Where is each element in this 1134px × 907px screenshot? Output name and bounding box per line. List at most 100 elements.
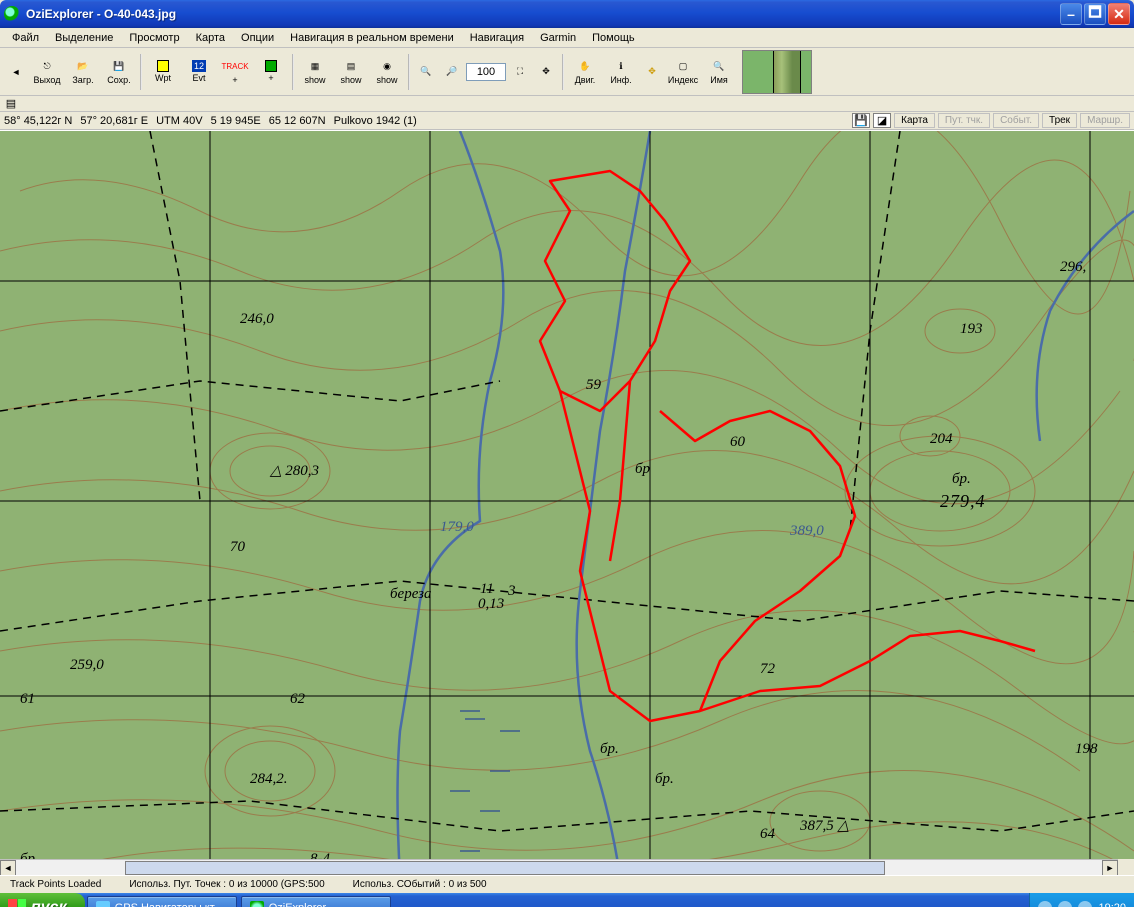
move-button[interactable]: ✋Двиг. bbox=[568, 53, 602, 91]
map-canvas[interactable]: 246,0△ 280,370179,0береза110,133259,0616… bbox=[0, 130, 1134, 875]
window-title: OziExplorer - O-40-043.jpg bbox=[26, 7, 1058, 21]
menu-bar: Файл Выделение Просмотр Карта Опции Нави… bbox=[0, 28, 1134, 48]
center-icon: ✥ bbox=[538, 64, 554, 80]
center-button[interactable]: ✥ bbox=[534, 61, 558, 83]
nav-arrows-button[interactable]: ✥ bbox=[640, 61, 664, 83]
back-button[interactable]: ◄ bbox=[4, 61, 28, 83]
menu-selection[interactable]: Выделение bbox=[47, 30, 121, 46]
save-icon: 💾 bbox=[111, 58, 127, 74]
scroll-thumb[interactable] bbox=[125, 861, 885, 875]
show3-button[interactable]: ◉show bbox=[370, 53, 404, 91]
zoom-in-icon: 🔍 bbox=[418, 64, 434, 80]
clock[interactable]: 19:20 bbox=[1098, 902, 1126, 907]
latitude: 58° 45,122г N bbox=[4, 115, 72, 127]
arrows-icon: ✥ bbox=[644, 64, 660, 80]
panel-events[interactable]: Событ. bbox=[993, 113, 1039, 128]
show1-button[interactable]: ▦show bbox=[298, 53, 332, 91]
panel-waypoints[interactable]: Пут. тчк. bbox=[938, 113, 990, 128]
tray-icon-1[interactable] bbox=[1038, 901, 1052, 907]
tray-icon-3[interactable] bbox=[1078, 901, 1092, 907]
app-icon bbox=[4, 6, 20, 22]
info-label: Инф. bbox=[610, 75, 631, 85]
show3-label: show bbox=[376, 75, 397, 85]
name-button[interactable]: 🔍Имя bbox=[702, 53, 736, 91]
scroll-left-arrow[interactable]: ◄ bbox=[0, 860, 16, 876]
plus-label2: + bbox=[268, 73, 273, 83]
panel-track[interactable]: Трек bbox=[1042, 113, 1077, 128]
zoom-fit-button[interactable]: ⛶ bbox=[508, 61, 532, 83]
track-icon: TRACK bbox=[227, 58, 243, 74]
save-label: Сохр. bbox=[107, 75, 130, 85]
event-icon: 12 bbox=[192, 60, 206, 72]
waypoint-icon bbox=[157, 60, 169, 72]
zoom-out-button[interactable]: 🔎 bbox=[440, 61, 464, 83]
status-events: Использ. СОбытий : 0 из 500 bbox=[347, 878, 493, 891]
tray-icon-2[interactable] bbox=[1058, 901, 1072, 907]
show-layer-icon: ▤ bbox=[343, 58, 359, 74]
menu-navigation[interactable]: Навигация bbox=[462, 30, 532, 46]
wpt-button[interactable]: Wpt bbox=[146, 53, 180, 91]
browser-icon bbox=[96, 901, 110, 907]
close-button[interactable]: ✕ bbox=[1108, 3, 1130, 25]
menu-garmin[interactable]: Garmin bbox=[532, 30, 584, 46]
menu-map[interactable]: Карта bbox=[188, 30, 233, 46]
zoom-level-input[interactable] bbox=[466, 63, 506, 81]
minimize-button[interactable]: – bbox=[1060, 3, 1082, 25]
show2-button[interactable]: ▤show bbox=[334, 53, 368, 91]
info-button[interactable]: ℹИнф. bbox=[604, 53, 638, 91]
horizontal-scrollbar[interactable]: ◄ ► bbox=[0, 859, 1118, 875]
name-label: Имя bbox=[710, 75, 728, 85]
easting: 5 19 945E bbox=[211, 115, 261, 127]
zoom-out-icon: 🔎 bbox=[444, 64, 460, 80]
name-icon: 🔍 bbox=[711, 58, 727, 74]
scroll-right-arrow[interactable]: ► bbox=[1102, 860, 1118, 876]
task-oziexplorer[interactable]: OziExplorer bbox=[241, 896, 391, 907]
start-label: пуск bbox=[31, 899, 67, 907]
ozi-icon bbox=[250, 901, 264, 907]
index-button[interactable]: ▢Индекс bbox=[666, 53, 700, 91]
scroll-track[interactable] bbox=[16, 860, 1102, 876]
save-view-icon[interactable]: 💾 bbox=[852, 113, 870, 128]
task2-label: OziExplorer bbox=[269, 902, 326, 907]
status-left: Track Points Loaded bbox=[4, 878, 107, 891]
separator bbox=[408, 54, 410, 90]
wpt-label: Wpt bbox=[155, 73, 171, 83]
menu-file[interactable]: Файл bbox=[4, 30, 47, 46]
datum: Pulkovo 1942 (1) bbox=[334, 115, 417, 127]
menu-options[interactable]: Опции bbox=[233, 30, 282, 46]
toggle-icon[interactable]: ◪ bbox=[873, 113, 891, 128]
menu-help[interactable]: Помощь bbox=[584, 30, 643, 46]
move-label: Двиг. bbox=[575, 75, 596, 85]
scroll-corner bbox=[1118, 859, 1134, 875]
status-bar: Track Points Loaded Использ. Пут. Точек … bbox=[0, 875, 1134, 893]
route-add-button[interactable]: + bbox=[254, 53, 288, 91]
exit-label: Выход bbox=[34, 75, 61, 85]
show1-label: show bbox=[304, 75, 325, 85]
plus-label: + bbox=[232, 75, 237, 85]
task1-label: GPS Навигаторы кт... bbox=[115, 902, 223, 907]
panel-route[interactable]: Маршр. bbox=[1080, 113, 1130, 128]
menu-view[interactable]: Просмотр bbox=[121, 30, 187, 46]
show-point-icon: ◉ bbox=[379, 58, 395, 74]
load-button[interactable]: 📂Загр. bbox=[66, 53, 100, 91]
zoom-in-button[interactable]: 🔍 bbox=[414, 61, 438, 83]
show-grid-icon: ▦ bbox=[307, 58, 323, 74]
task-gps-navigators[interactable]: GPS Навигаторы кт... bbox=[87, 896, 237, 907]
separator bbox=[562, 54, 564, 90]
track-button[interactable]: TRACK+ bbox=[218, 53, 252, 91]
layers-icon[interactable]: ▤ bbox=[4, 97, 18, 111]
map-preview[interactable] bbox=[742, 50, 812, 94]
maximize-button[interactable]: 🗖 bbox=[1084, 3, 1106, 25]
exit-icon: ⎋ bbox=[39, 58, 55, 74]
system-tray: 19:20 bbox=[1029, 893, 1134, 907]
save-button[interactable]: 💾Сохр. bbox=[102, 53, 136, 91]
toolbar: ◄ ⎋Выход 📂Загр. 💾Сохр. Wpt 12Evt TRACK+ … bbox=[0, 48, 1134, 96]
evt-button[interactable]: 12Evt bbox=[182, 53, 216, 91]
menu-realtime-nav[interactable]: Навигация в реальном времени bbox=[282, 30, 462, 46]
start-button[interactable]: пуск bbox=[0, 893, 85, 907]
longitude: 57° 20,681г E bbox=[80, 115, 148, 127]
panel-map[interactable]: Карта bbox=[894, 113, 935, 128]
title-bar: OziExplorer - O-40-043.jpg – 🗖 ✕ bbox=[0, 0, 1134, 28]
exit-button[interactable]: ⎋Выход bbox=[30, 53, 64, 91]
coordinate-bar: 58° 45,122г N 57° 20,681г E UTM 40V 5 19… bbox=[0, 112, 1134, 130]
